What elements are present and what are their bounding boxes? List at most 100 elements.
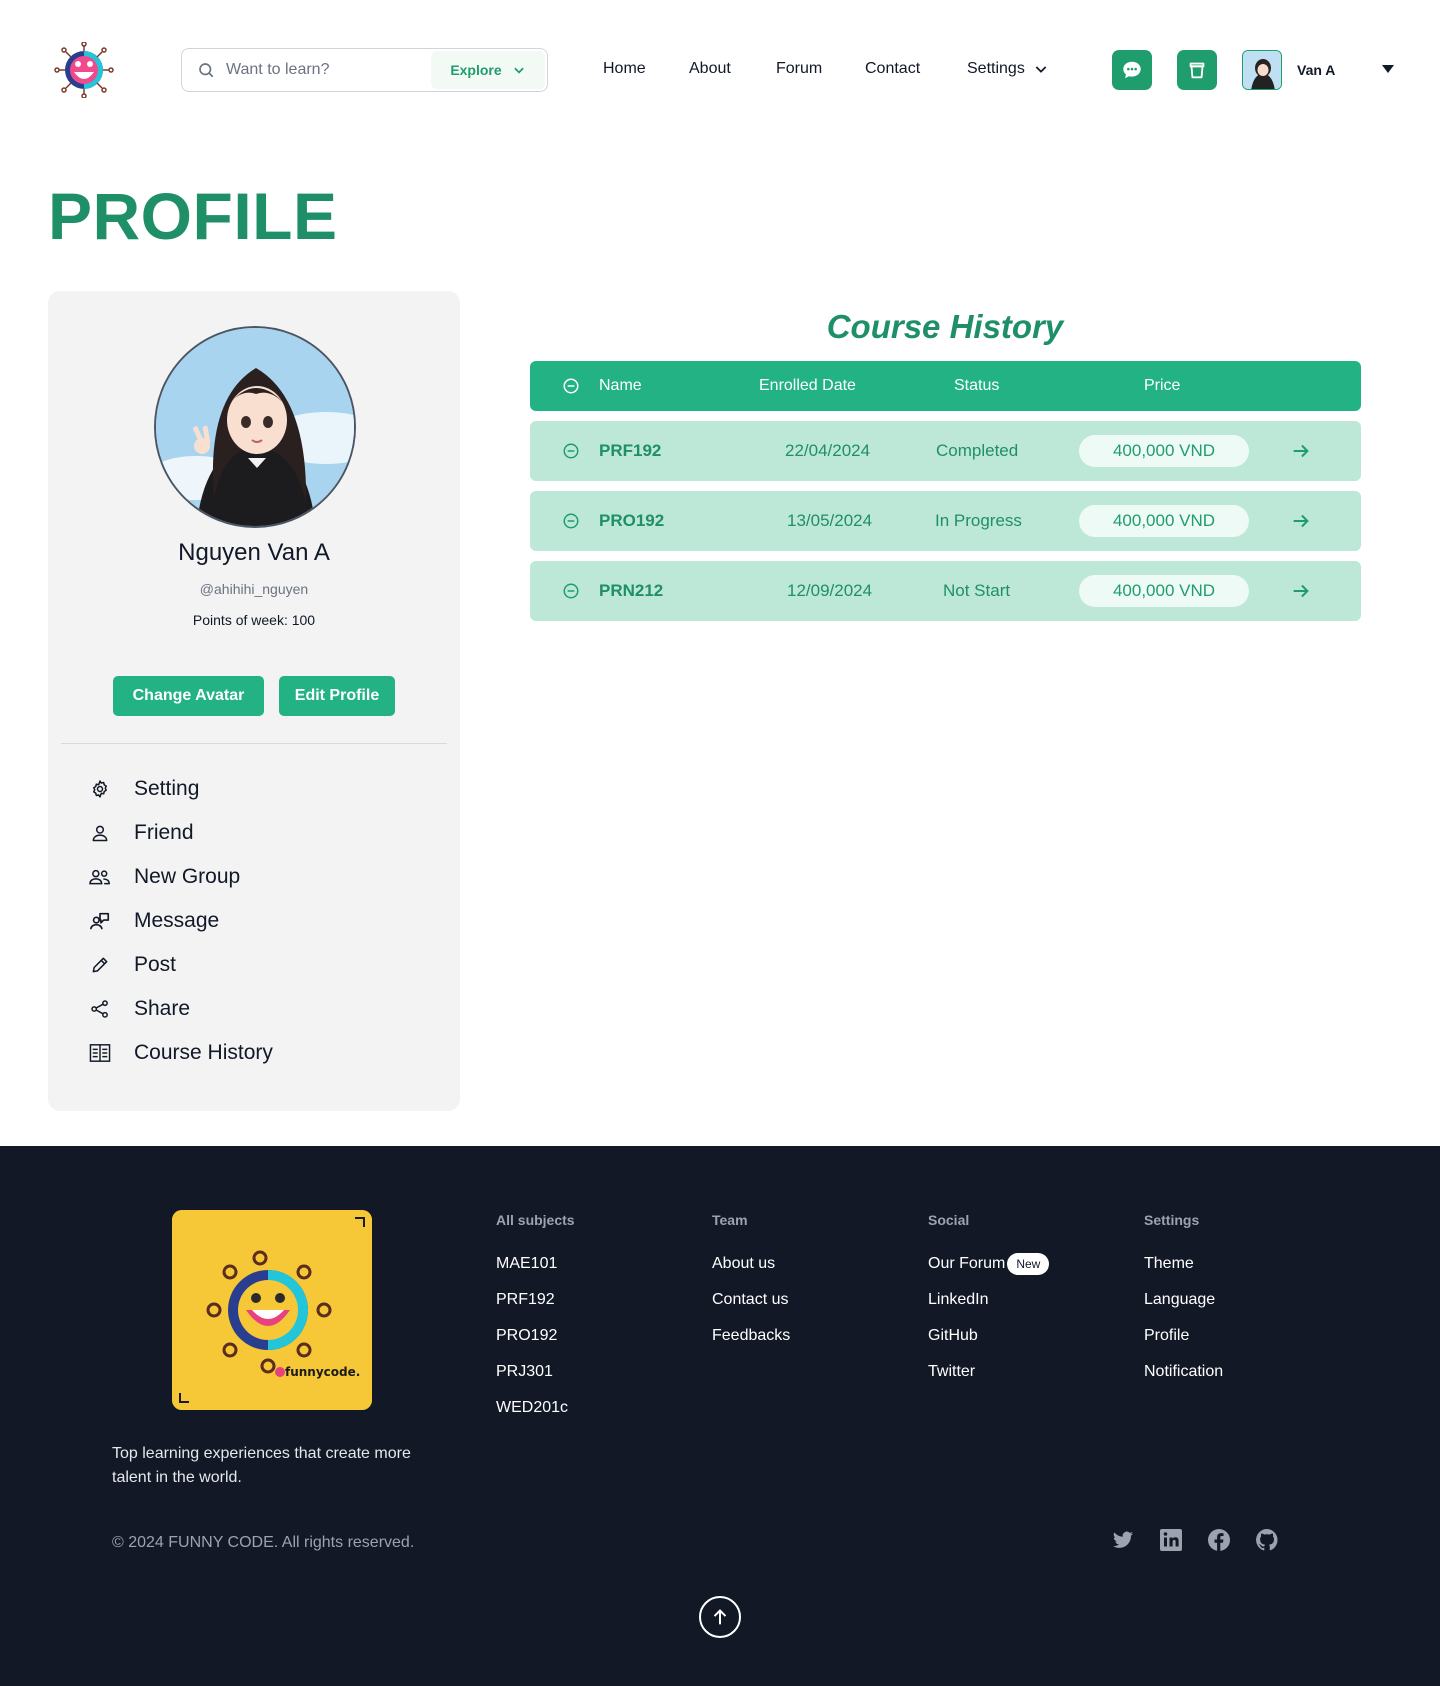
site-header: Want to learn? Explore Home About Forum … bbox=[0, 0, 1440, 140]
footer-link-forum[interactable]: Our Forum New bbox=[928, 1246, 1050, 1282]
menu-item-label: Setting bbox=[134, 777, 200, 800]
site-logo[interactable] bbox=[52, 41, 116, 99]
search-icon bbox=[196, 60, 216, 80]
site-footer: funnycode. Top learning experiences that… bbox=[0, 1146, 1440, 1686]
footer-link[interactable]: About us bbox=[712, 1246, 790, 1282]
footer-link[interactable]: GitHub bbox=[928, 1318, 1049, 1354]
course-name: PRO192 bbox=[599, 511, 665, 530]
menu-item-setting[interactable]: Setting bbox=[88, 767, 273, 811]
footer-link[interactable]: PRO192 bbox=[496, 1318, 575, 1354]
menu-item-label: Post bbox=[134, 953, 177, 976]
footer-logo: funnycode. bbox=[172, 1210, 372, 1410]
cart-button[interactable] bbox=[1177, 50, 1217, 90]
menu-item-post[interactable]: Post bbox=[88, 943, 273, 987]
back-to-top-button[interactable] bbox=[699, 1596, 741, 1638]
users-icon bbox=[88, 865, 112, 889]
menu-item-label: New Group bbox=[134, 865, 241, 888]
arrow-right-icon[interactable] bbox=[1290, 421, 1312, 481]
arrow-up-icon bbox=[713, 1609, 727, 1625]
collapse-icon[interactable] bbox=[562, 491, 580, 551]
chat-button[interactable] bbox=[1112, 50, 1152, 90]
search-input[interactable]: Want to learn? bbox=[226, 61, 431, 79]
footer-link-label: Our Forum bbox=[928, 1255, 1006, 1272]
search-bar: Want to learn? Explore bbox=[181, 48, 548, 92]
menu-item-label: Share bbox=[134, 997, 191, 1020]
footer-link[interactable]: PRF192 bbox=[496, 1282, 575, 1318]
price-badge: 400,000 VND bbox=[1079, 575, 1249, 607]
collapse-icon[interactable] bbox=[562, 361, 580, 411]
edit-profile-button[interactable]: Edit Profile bbox=[279, 676, 395, 716]
profile-handle: @ahihihi_nguyen bbox=[199, 581, 309, 597]
nav-contact[interactable]: Contact bbox=[865, 60, 920, 78]
footer-link[interactable]: Feedbacks bbox=[712, 1318, 790, 1354]
github-icon[interactable] bbox=[1254, 1527, 1280, 1553]
profile-full-name: Nguyen Van A bbox=[178, 539, 330, 566]
arrow-right-icon[interactable] bbox=[1290, 561, 1312, 621]
facebook-icon[interactable] bbox=[1206, 1527, 1232, 1553]
enrolled-date: 13/05/2024 bbox=[787, 511, 873, 530]
gear-icon bbox=[88, 777, 112, 801]
course-name: PRF192 bbox=[599, 441, 662, 460]
footer-link[interactable]: Twitter bbox=[928, 1354, 1049, 1390]
chevron-down-icon bbox=[1035, 66, 1047, 73]
footer-column-settings: Settings Theme Language Profile Notifica… bbox=[1144, 1212, 1223, 1390]
column-header-enrolled: Enrolled Date bbox=[759, 377, 856, 394]
page-title: PROFILE bbox=[48, 179, 338, 253]
new-badge: New bbox=[1007, 1253, 1050, 1275]
menu-item-message[interactable]: Message bbox=[88, 899, 273, 943]
footer-link[interactable]: Contact us bbox=[712, 1282, 790, 1318]
table-row[interactable]: PRF192 22/04/2024 Completed 400,000 VND bbox=[530, 421, 1361, 481]
footer-column-heading: Settings bbox=[1144, 1212, 1200, 1228]
linkedin-icon[interactable] bbox=[1158, 1527, 1184, 1553]
footer-link[interactable]: PRJ301 bbox=[496, 1354, 575, 1390]
footer-column-subjects: All subjects MAE101 PRF192 PRO192 PRJ301… bbox=[496, 1212, 575, 1426]
footer-link[interactable]: Theme bbox=[1144, 1246, 1223, 1282]
profile-avatar bbox=[154, 326, 356, 528]
nav-about[interactable]: About bbox=[689, 60, 731, 78]
column-header-price: Price bbox=[1144, 377, 1181, 394]
course-status: Completed bbox=[936, 441, 1019, 460]
explore-dropdown[interactable]: Explore bbox=[431, 51, 545, 89]
footer-link[interactable]: Profile bbox=[1144, 1318, 1223, 1354]
price-badge: 400,000 VND bbox=[1079, 505, 1249, 537]
footer-link[interactable]: WED201c bbox=[496, 1390, 575, 1426]
footer-column-heading: Social bbox=[928, 1212, 970, 1228]
table-row[interactable]: PRO192 13/05/2024 In Progress 400,000 VN… bbox=[530, 491, 1361, 551]
share-icon bbox=[88, 997, 112, 1021]
menu-item-label: Friend bbox=[134, 821, 194, 844]
footer-link[interactable]: MAE101 bbox=[496, 1246, 575, 1282]
nav-home[interactable]: Home bbox=[603, 60, 646, 78]
column-header-status: Status bbox=[954, 377, 1000, 394]
caret-down-icon[interactable] bbox=[1382, 65, 1394, 73]
footer-column-team: Team About us Contact us Feedbacks bbox=[712, 1212, 790, 1354]
enrolled-date: 22/04/2024 bbox=[785, 441, 871, 460]
menu-item-course-history[interactable]: Course History bbox=[88, 1031, 273, 1075]
menu-item-friend[interactable]: Friend bbox=[88, 811, 273, 855]
footer-link[interactable]: LinkedIn bbox=[928, 1282, 1049, 1318]
column-header-name: Name bbox=[599, 377, 642, 394]
nav-forum[interactable]: Forum bbox=[776, 60, 822, 78]
pencil-icon bbox=[88, 953, 112, 977]
weekly-points: Points of week: 100 bbox=[192, 612, 316, 628]
price-badge: 400,000 VND bbox=[1079, 435, 1249, 467]
footer-link[interactable]: Language bbox=[1144, 1282, 1223, 1318]
footer-link[interactable]: Notification bbox=[1144, 1354, 1223, 1390]
menu-item-new-group[interactable]: New Group bbox=[88, 855, 273, 899]
menu-item-share[interactable]: Share bbox=[88, 987, 273, 1031]
change-avatar-button[interactable]: Change Avatar bbox=[113, 676, 264, 716]
user-avatar[interactable] bbox=[1242, 50, 1282, 90]
course-status: In Progress bbox=[935, 511, 1022, 530]
nav-settings[interactable]: Settings bbox=[967, 60, 1049, 78]
book-icon bbox=[88, 1041, 112, 1065]
table-row[interactable]: PRN212 12/09/2024 Not Start 400,000 VND bbox=[530, 561, 1361, 621]
collapse-icon[interactable] bbox=[562, 421, 580, 481]
twitter-icon[interactable] bbox=[1110, 1527, 1136, 1553]
divider bbox=[61, 743, 447, 744]
arrow-right-icon[interactable] bbox=[1290, 491, 1312, 551]
profile-card: Nguyen Van A @ahihihi_nguyen Points of w… bbox=[48, 291, 460, 1111]
footer-tagline: Top learning experiences that create mor… bbox=[112, 1445, 411, 1486]
user-name[interactable]: Van A bbox=[1297, 62, 1335, 78]
collapse-icon[interactable] bbox=[562, 561, 580, 621]
course-history-title: Course History bbox=[826, 308, 1064, 345]
enrolled-date: 12/09/2024 bbox=[787, 581, 873, 600]
